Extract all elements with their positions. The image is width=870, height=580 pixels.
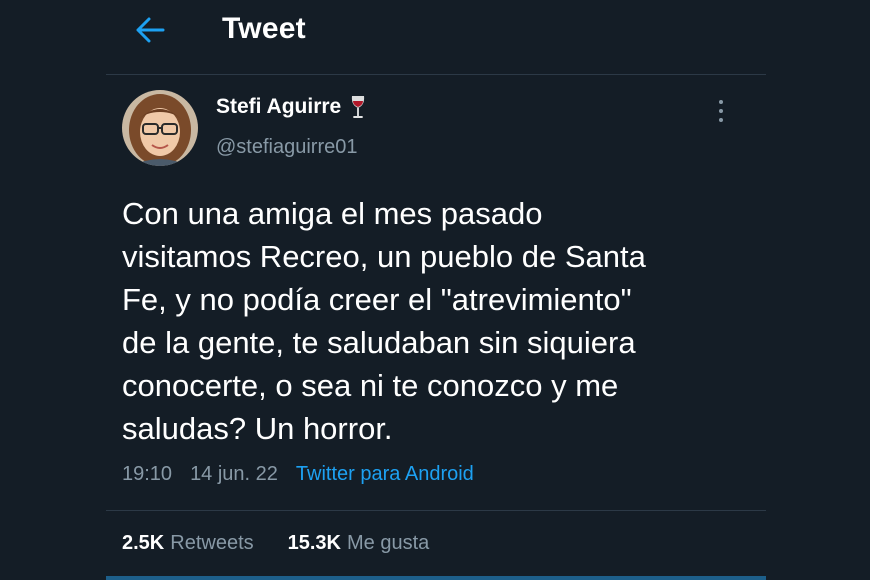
tweet-text: Con una amiga el mes pasado visitamos Re… (122, 196, 646, 446)
likes-count: 15.3K (287, 532, 341, 554)
more-dot-icon (719, 100, 723, 104)
retweets-count: 2.5K (122, 532, 165, 554)
avatar[interactable] (122, 90, 198, 166)
author-handle[interactable]: @stefiaguirre01 (216, 136, 357, 159)
tweet-stats: 2.5K Retweets 15.3K Me gusta (122, 532, 429, 555)
retweets-label: Retweets (170, 532, 254, 554)
likes-stat[interactable]: 15.3K Me gusta (288, 532, 430, 555)
avatar-image (122, 90, 198, 166)
tweet-source-link[interactable]: Twitter para Android (296, 463, 474, 486)
bottom-edge (106, 576, 766, 580)
more-dot-icon (719, 109, 723, 113)
meta-divider (106, 510, 766, 511)
page-title: Tweet (222, 12, 306, 45)
likes-label: Me gusta (347, 532, 430, 554)
more-dot-icon (719, 118, 723, 122)
more-options-button[interactable] (706, 94, 736, 128)
arrow-left-icon (136, 17, 165, 43)
tweet-detail-screen: Tweet Stefi Aguirre @stefiaguirre01 Con … (0, 0, 870, 580)
retweets-stat[interactable]: 2.5K Retweets (122, 532, 254, 555)
author-name[interactable]: Stefi Aguirre (216, 94, 366, 120)
tweet-time: 19:10 (122, 463, 173, 485)
header-divider (106, 74, 766, 75)
top-bar: Tweet (0, 0, 870, 70)
author-name-text: Stefi Aguirre (216, 95, 342, 118)
back-button[interactable] (128, 14, 172, 46)
tweet-meta: 19:10 14 jun. 22 Twitter para Android (122, 463, 474, 486)
wine-glass-icon (352, 96, 365, 118)
tweet-date: 14 jun. 22 (190, 463, 278, 485)
